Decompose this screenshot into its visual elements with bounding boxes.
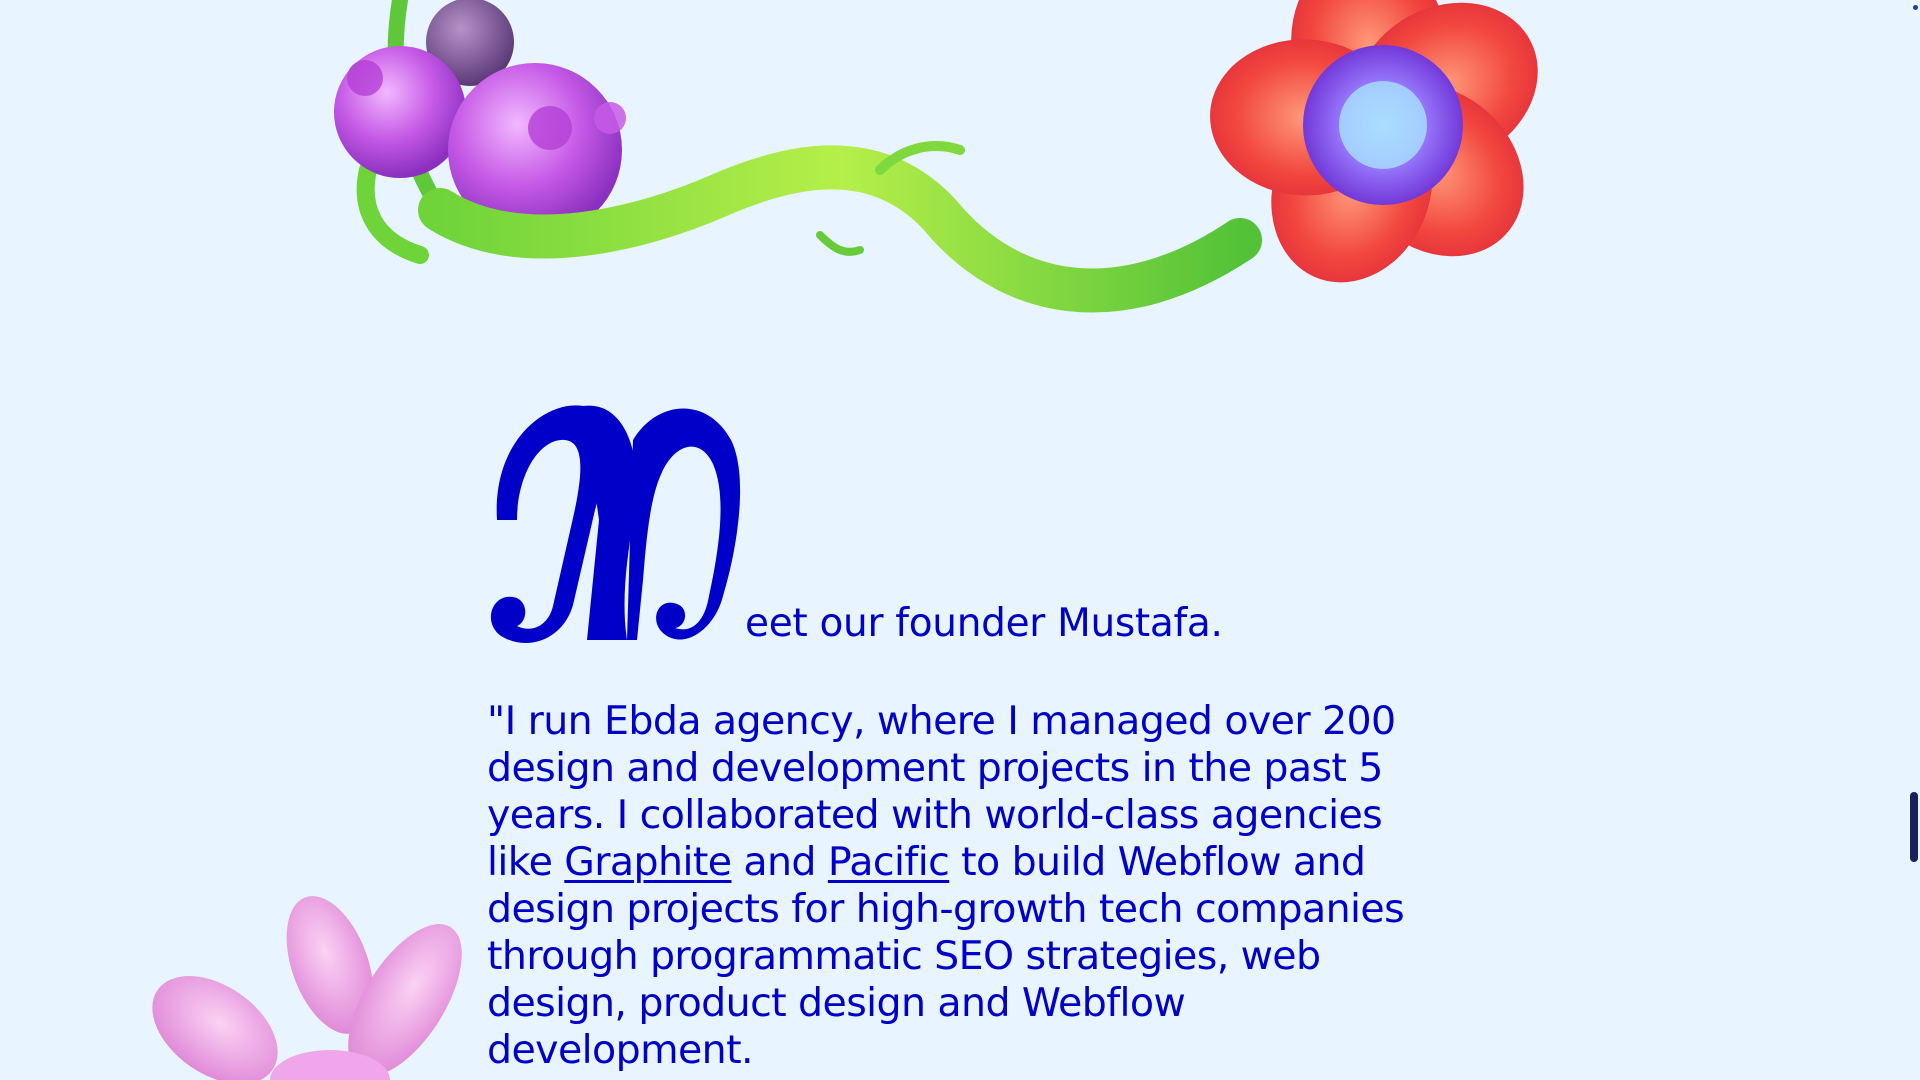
heading-text: eet our founder Mustafa. (745, 601, 1223, 646)
pink-flower-illustration (152, 896, 462, 1080)
red-flower-illustration (1210, 0, 1538, 283)
scrollbar-thumb[interactable] (1910, 792, 1918, 862)
pacific-link[interactable]: Pacific (828, 839, 950, 885)
graphite-link[interactable]: Graphite (564, 839, 732, 885)
decorative-dropcap-m (490, 405, 741, 643)
founder-heading: eet our founder Mustafa. (487, 400, 1223, 650)
corner-indicator (1913, 5, 1918, 10)
page: eet our founder Mustafa. "I run Ebda age… (0, 0, 1920, 1080)
founder-quote: "I run Ebda agency, where I managed over… (487, 698, 1447, 1074)
quote-text-and: and (731, 839, 828, 885)
